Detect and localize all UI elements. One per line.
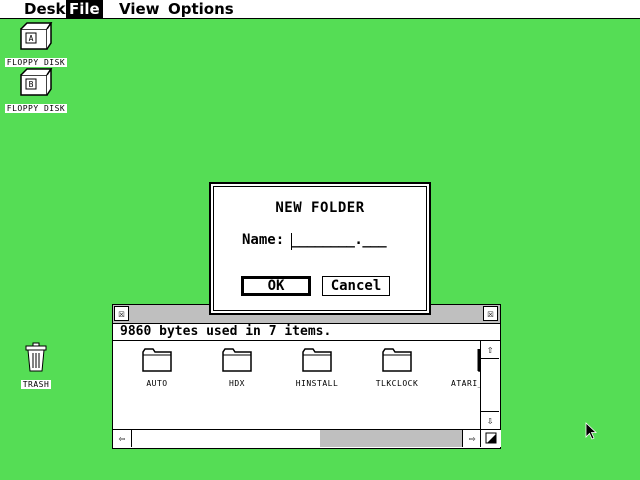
fuller-box-icon[interactable]: ☒: [483, 306, 498, 321]
scroll-up-arrow-icon[interactable]: ⇧: [481, 341, 499, 359]
desktop-icon-floppy-a[interactable]: A FLOPPY DISK: [1, 22, 71, 69]
folder-item-atari[interactable]: ATARI_: [436, 347, 480, 388]
desktop-icon-label: TRASH: [20, 380, 52, 389]
desktop-icon-label: FLOPPY DISK: [4, 58, 68, 67]
new-folder-dialog: NEW FOLDER Name: ________.___ OK Cancel: [209, 182, 431, 315]
drive-letter: B: [29, 80, 34, 89]
vertical-scrollbar[interactable]: ⇧ ⇩: [480, 341, 500, 429]
desktop-icon-floppy-b[interactable]: B FLOPPY DISK: [1, 68, 71, 115]
folder-icon: [382, 348, 412, 372]
menu-file[interactable]: File: [66, 0, 103, 18]
text-cursor: [291, 233, 292, 250]
floppy-drive-icon: B: [20, 68, 53, 96]
desktop-icon-label: FLOPPY DISK: [4, 104, 68, 113]
folder-icon: [477, 349, 480, 372]
folder-item-auto[interactable]: AUTO: [126, 347, 188, 388]
mouse-pointer-icon: [585, 422, 598, 440]
folder-label: ATARI_: [451, 379, 480, 388]
scroll-down-arrow-icon[interactable]: ⇩: [481, 411, 499, 429]
trash-can-icon: [25, 342, 47, 372]
menu-view[interactable]: View: [116, 0, 163, 18]
floppy-drive-icon: A: [20, 22, 53, 50]
cancel-button[interactable]: Cancel: [322, 276, 390, 296]
folder-label: TLKCLOCK: [375, 379, 419, 388]
folder-icon: [302, 348, 332, 372]
resize-grip-icon: [485, 432, 497, 444]
drive-letter: A: [29, 34, 34, 43]
window-info-line: 9860 bytes used in 7 items.: [113, 324, 500, 341]
directory-window: ☒ ☒ 9860 bytes used in 7 items. AUTO HDX…: [112, 304, 501, 449]
desktop-icon-trash[interactable]: TRASH: [1, 342, 71, 391]
folder-icon: [142, 348, 172, 372]
folder-item-tlkclock[interactable]: TLKCLOCK: [366, 347, 428, 388]
resize-box-icon[interactable]: [480, 430, 501, 447]
name-label: Name:: [242, 232, 285, 248]
scroll-right-arrow-icon[interactable]: ⇨: [462, 430, 481, 447]
menu-bar: Desk File View Options: [0, 0, 640, 19]
folder-name-input[interactable]: ________.___: [291, 232, 387, 248]
folder-label: AUTO: [146, 379, 168, 388]
folder-icon: [222, 348, 252, 372]
folder-item-hdx[interactable]: HDX: [206, 347, 268, 388]
horizontal-scrollbar[interactable]: ⇦ ⇨: [113, 429, 501, 448]
ok-button[interactable]: OK: [241, 276, 311, 296]
close-box-icon[interactable]: ☒: [114, 306, 129, 321]
folder-item-hinstall[interactable]: HINSTALL: [286, 347, 348, 388]
window-content: AUTO HDX HINSTALL TLKCLOCK ATARI_: [113, 341, 480, 429]
scroll-left-arrow-icon[interactable]: ⇦: [113, 430, 132, 447]
folder-label: HDX: [229, 379, 245, 388]
dialog-title: NEW FOLDER: [275, 200, 365, 216]
menu-desk[interactable]: Desk: [21, 0, 69, 18]
folder-label: HINSTALL: [295, 379, 339, 388]
scroll-track[interactable]: [320, 430, 462, 447]
menu-options[interactable]: Options: [165, 0, 237, 18]
